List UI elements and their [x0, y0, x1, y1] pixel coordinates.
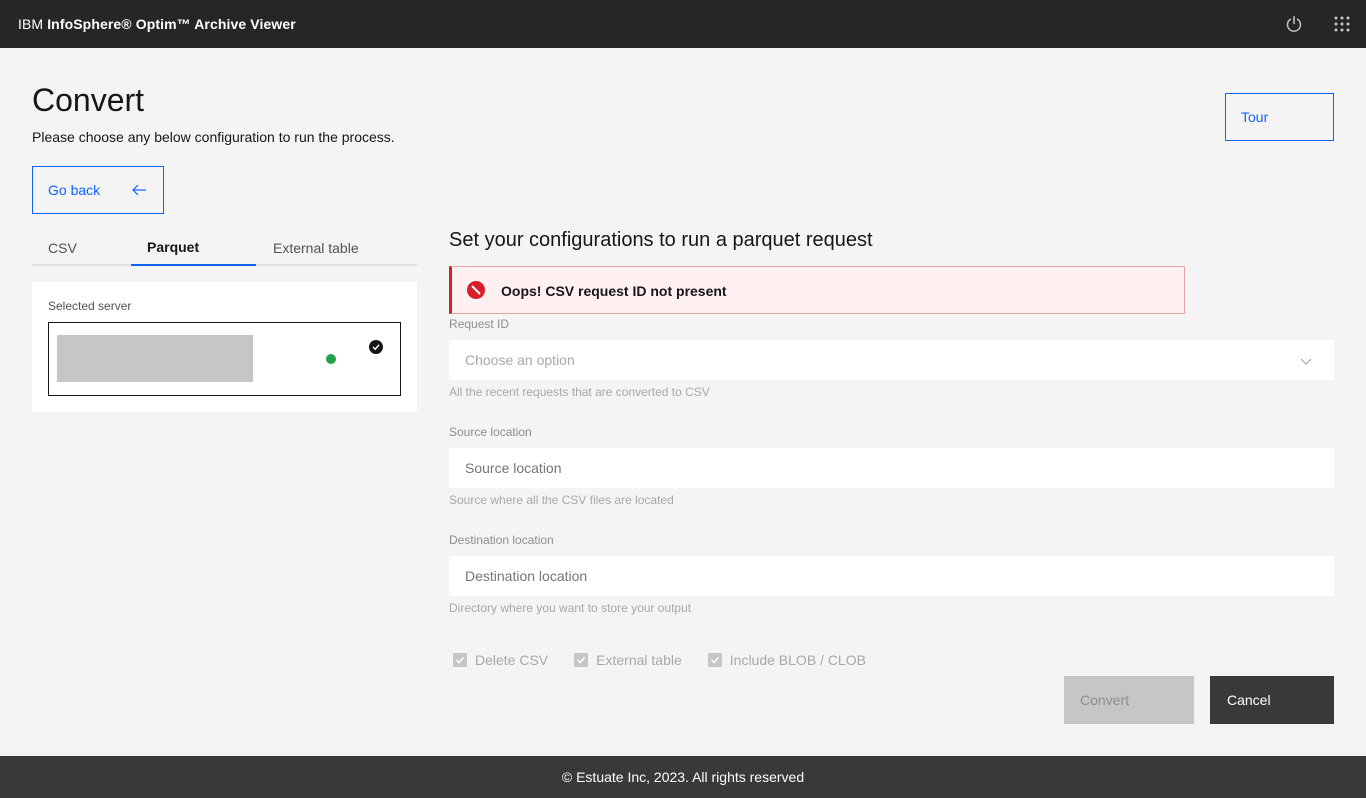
source-location-input[interactable]	[449, 448, 1334, 488]
delete-csv-label: Delete CSV	[475, 652, 549, 668]
external-table-checkbox[interactable]: External table	[574, 652, 682, 668]
request-id-placeholder: Choose an option	[465, 352, 575, 368]
tour-button[interactable]: Tour	[1225, 93, 1334, 141]
brand-prefix: IBM	[18, 16, 48, 32]
top-header: IBM InfoSphere® Optim™ Archive Viewer	[0, 0, 1366, 48]
tab-external-table[interactable]: External table	[256, 230, 417, 266]
app-switcher-grid-icon[interactable]	[1330, 12, 1354, 36]
source-location-helper: Source where all the CSV files are locat…	[449, 493, 674, 507]
external-table-label: External table	[596, 652, 682, 668]
copyright-text: © Estuate Inc, 2023. All rights reserved	[561, 769, 805, 785]
tab-parquet[interactable]: Parquet	[131, 230, 256, 266]
error-notification: Oops! CSV request ID not present	[449, 266, 1185, 314]
selected-server-label: Selected server	[48, 299, 132, 313]
arrow-left-icon	[131, 182, 147, 198]
format-tabs: CSV Parquet External table	[32, 230, 417, 266]
destination-location-input[interactable]	[449, 556, 1334, 596]
footer: © Estuate Inc, 2023. All rights reserved	[0, 756, 1366, 798]
go-back-button[interactable]: Go back	[32, 166, 164, 214]
include-blob-clob-label: Include BLOB / CLOB	[729, 652, 866, 668]
page-subtitle: Please choose any below configuration to…	[32, 129, 395, 145]
checkmark-filled-icon	[369, 340, 383, 354]
delete-csv-checkbox[interactable]: Delete CSV	[453, 652, 548, 668]
page-title: Convert	[32, 82, 145, 118]
server-status-dot	[326, 354, 336, 364]
request-id-dropdown[interactable]: Choose an option	[449, 340, 1334, 380]
server-name-placeholder	[57, 335, 253, 382]
tab-csv[interactable]: CSV	[32, 230, 131, 266]
source-location-label: Source location	[449, 425, 532, 439]
error-filled-icon	[466, 280, 486, 300]
checkbox-checked-icon	[707, 653, 722, 667]
destination-location-label: Destination location	[449, 533, 554, 547]
server-tile[interactable]	[48, 322, 401, 396]
include-blob-clob-checkbox[interactable]: Include BLOB / CLOB	[707, 652, 866, 668]
request-id-label: Request ID	[449, 317, 510, 331]
checkbox-checked-icon	[574, 653, 589, 667]
convert-button[interactable]: Convert	[1064, 676, 1194, 724]
cancel-button[interactable]: Cancel	[1210, 676, 1334, 724]
request-id-helper: All the recent requests that are convert…	[449, 385, 710, 399]
server-panel: Selected server	[32, 282, 417, 412]
error-message: Oops! CSV request ID not present	[501, 283, 727, 299]
brand-product: InfoSphere® Optim™ Archive Viewer	[47, 16, 296, 32]
go-back-label: Go back	[48, 182, 101, 198]
options-checkboxes: Delete CSV External table Include BLOB /…	[453, 652, 866, 668]
power-icon[interactable]	[1282, 12, 1306, 36]
form-heading: Set your configurations to run a parquet…	[449, 229, 873, 251]
app-brand[interactable]: IBM InfoSphere® Optim™ Archive Viewer	[18, 16, 296, 32]
checkbox-checked-icon	[453, 653, 467, 667]
destination-location-helper: Directory where you want to store your o…	[449, 601, 692, 615]
chevron-down-icon	[1298, 353, 1314, 369]
